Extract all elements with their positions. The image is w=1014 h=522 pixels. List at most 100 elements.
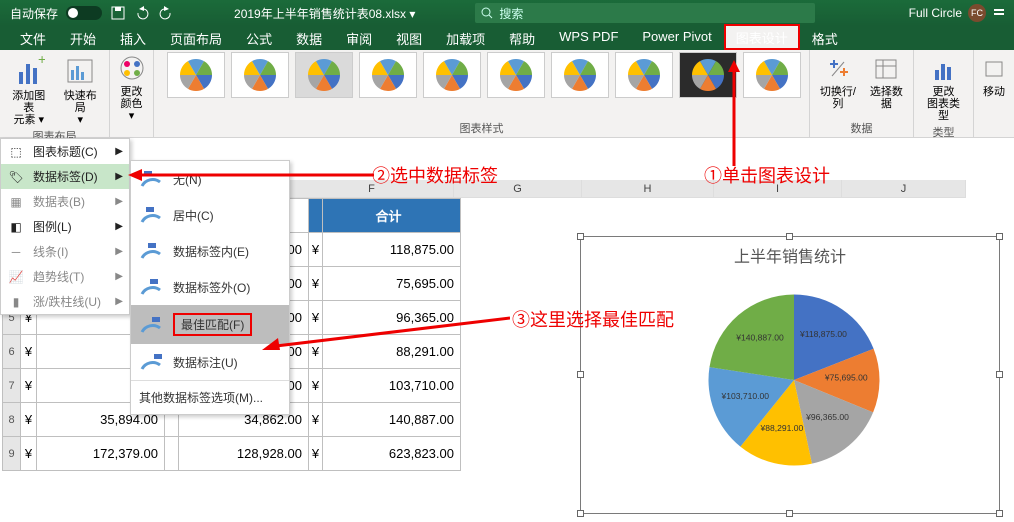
search-box[interactable]: 搜索 — [475, 3, 815, 23]
data-label[interactable]: ¥103,710.00 — [721, 391, 770, 401]
resize-handle[interactable] — [577, 371, 584, 378]
data-label[interactable]: ¥118,875.00 — [799, 329, 847, 339]
tab-WPS PDF[interactable]: WPS PDF — [547, 26, 630, 50]
group-label-data: 数据 — [851, 120, 873, 137]
menu-icon: ▦ — [7, 195, 25, 209]
titlebar: 自动保存 2019年上半年销售统计表08.xlsx ▾ 搜索 Full Circ… — [0, 0, 1014, 26]
data-label[interactable]: ¥96,365.00 — [805, 412, 849, 422]
username[interactable]: Full Circle — [909, 6, 962, 20]
change-chart-type-button[interactable]: 更改图表类型 — [920, 52, 967, 124]
data-label-option[interactable]: 数据标签内(E) — [131, 233, 289, 269]
tab-视图[interactable]: 视图 — [384, 26, 434, 50]
data-label[interactable]: ¥75,695.00 — [824, 372, 868, 382]
tab-数据[interactable]: 数据 — [284, 26, 334, 50]
data-label[interactable]: ¥140,887.00 — [735, 332, 784, 342]
menu-icon: 🏷 — [7, 170, 25, 184]
save-icon[interactable] — [110, 5, 126, 21]
resize-handle[interactable] — [577, 233, 584, 240]
chart-style-thumb[interactable] — [551, 52, 609, 98]
tab-帮助[interactable]: 帮助 — [497, 26, 547, 50]
chart-style-thumb[interactable] — [167, 52, 225, 98]
resize-handle[interactable] — [786, 510, 793, 517]
select-data-button[interactable]: 选择数据 — [866, 52, 907, 112]
resize-handle[interactable] — [577, 510, 584, 517]
chart-style-thumb[interactable] — [743, 52, 801, 98]
switch-rowcol-button[interactable]: 切换行/列 — [816, 52, 860, 112]
label-position-icon — [139, 205, 163, 225]
tab-公式[interactable]: 公式 — [234, 26, 284, 50]
autosave-toggle[interactable] — [66, 6, 102, 20]
move-chart-button[interactable]: 移动 — [978, 52, 1010, 100]
annotation-2: ②选中数据标签 — [372, 162, 498, 188]
row-header[interactable]: 9 — [3, 437, 21, 471]
tab-文件[interactable]: 文件 — [8, 26, 58, 50]
pie-chart[interactable]: ¥118,875.00 ¥75,695.00 ¥96,365.00¥88,291.0… — [699, 285, 889, 475]
chart-object[interactable]: 上半年销售统计 ¥118,875.00¥75,695.00¥96,365.00¥… — [580, 236, 1000, 514]
resize-handle[interactable] — [996, 233, 1003, 240]
resize-handle[interactable] — [996, 510, 1003, 517]
submenu-item[interactable]: ⬚图表标题(C)▶ — [1, 139, 129, 164]
data-labels-submenu: 无(N)居中(C)数据标签内(E)数据标签外(O)最佳匹配(F)数据标注(U)其… — [130, 160, 290, 415]
quick-layout-button[interactable]: 快速布局▾ — [58, 52, 104, 128]
group-label-type: 类型 — [933, 124, 955, 141]
label-position-icon — [139, 277, 163, 297]
column-header[interactable]: H — [582, 180, 714, 198]
ribbon-tabs: 文件开始插入页面布局公式数据审阅视图加载项帮助WPS PDFPower Pivo… — [0, 26, 1014, 50]
search-placeholder: 搜索 — [499, 5, 523, 22]
row-header[interactable]: 8 — [3, 403, 21, 437]
header-total: 合计 — [323, 199, 461, 233]
chart-element-submenu: ⬚图表标题(C)▶🏷数据标签(D)▶▦数据表(B)▶◧图例(L)▶─线条(I)▶… — [0, 138, 130, 315]
submenu-item: ▦数据表(B)▶ — [1, 189, 129, 214]
resize-handle[interactable] — [996, 371, 1003, 378]
tab-格式[interactable]: 格式 — [800, 26, 850, 50]
submenu-item: ▮涨/跌柱线(U)▶ — [1, 289, 129, 314]
submenu-item[interactable]: 🏷数据标签(D)▶ — [1, 164, 129, 189]
ribbon-options-icon[interactable] — [992, 6, 1006, 20]
chart-style-thumb[interactable] — [359, 52, 417, 98]
label-position-icon — [139, 352, 163, 372]
change-color-button[interactable]: 更改颜色 ▾ — [116, 52, 148, 124]
chart-style-thumb[interactable] — [423, 52, 481, 98]
chart-title[interactable]: 上半年销售统计 — [581, 237, 999, 267]
tab-开始[interactable]: 开始 — [58, 26, 108, 50]
menu-icon: ⬚ — [7, 145, 25, 159]
menu-icon: 📈 — [7, 270, 25, 284]
tab-审阅[interactable]: 审阅 — [334, 26, 384, 50]
svg-text:+: + — [38, 54, 45, 67]
undo-icon[interactable] — [134, 5, 150, 21]
filename[interactable]: 2019年上半年销售统计表08.xlsx ▾ — [234, 5, 415, 22]
data-label[interactable]: ¥88,291.00 — [760, 423, 804, 433]
submenu-item: ─线条(I)▶ — [1, 239, 129, 264]
data-label-option[interactable]: 其他数据标签选项(M)... — [131, 381, 289, 414]
redo-icon[interactable] — [158, 5, 174, 21]
row-header[interactable]: 7 — [3, 369, 21, 403]
chart-style-gallery[interactable] — [163, 52, 801, 120]
tab-页面布局[interactable]: 页面布局 — [158, 26, 234, 50]
add-chart-element-button[interactable]: + 添加图表元素 ▾ — [6, 52, 52, 128]
resize-handle[interactable] — [786, 233, 793, 240]
menu-icon: ─ — [7, 245, 25, 259]
search-icon — [481, 7, 493, 19]
chart-style-thumb[interactable] — [295, 52, 353, 98]
annotation-arrow-1 — [724, 60, 744, 166]
annotation-arrow-2 — [128, 169, 374, 181]
autosave-label: 自动保存 — [10, 5, 58, 22]
tab-图表设计[interactable]: 图表设计 — [724, 24, 800, 50]
group-label-styles: 图表样式 — [460, 120, 504, 137]
tab-加载项[interactable]: 加载项 — [434, 26, 497, 50]
submenu-item[interactable]: ◧图例(L)▶ — [1, 214, 129, 239]
data-label-option[interactable]: 数据标签外(O) — [131, 269, 289, 305]
data-label-option[interactable]: 居中(C) — [131, 197, 289, 233]
table-row[interactable]: 9¥172,379.00128,928.00¥623,823.00 — [3, 437, 461, 471]
tab-插入[interactable]: 插入 — [108, 26, 158, 50]
chart-style-thumb[interactable] — [487, 52, 545, 98]
label-position-icon — [139, 315, 163, 335]
tab-Power Pivot[interactable]: Power Pivot — [630, 26, 723, 50]
chart-style-thumb[interactable] — [231, 52, 289, 98]
menu-icon: ◧ — [7, 220, 25, 234]
annotation-1: ①单击图表设计 — [704, 162, 830, 188]
row-header[interactable]: 6 — [3, 335, 21, 369]
avatar[interactable]: FC — [968, 4, 986, 22]
column-header[interactable]: J — [842, 180, 966, 198]
chart-style-thumb[interactable] — [615, 52, 673, 98]
